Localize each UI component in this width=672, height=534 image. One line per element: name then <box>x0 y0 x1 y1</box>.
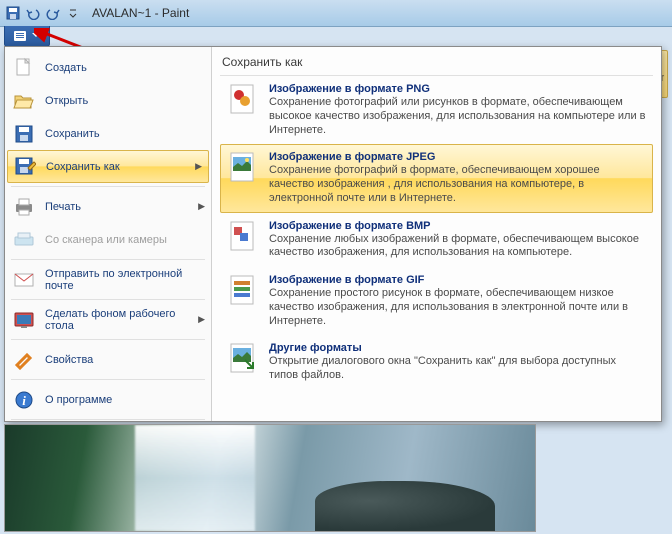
info-icon: i <box>13 389 35 411</box>
format-desc: Сохранение фотографий в формате, обеспеч… <box>269 164 646 205</box>
print-icon <box>13 196 35 218</box>
menu-about[interactable]: i О программе <box>5 383 211 416</box>
save-icon <box>13 123 35 145</box>
format-other[interactable]: Другие форматы Открытие диалогового окна… <box>220 335 653 390</box>
submenu-arrow-icon: ▶ <box>198 314 205 325</box>
waterfall-region <box>135 425 255 531</box>
menu-label: Сделать фоном рабочего стола <box>45 308 203 332</box>
format-title: Изображение в формате BMP <box>269 220 646 232</box>
submenu-arrow-icon: ▶ <box>198 201 205 212</box>
menu-properties[interactable]: Свойства <box>5 343 211 376</box>
menu-save[interactable]: Сохранить <box>5 117 211 150</box>
menu-separator <box>11 419 205 420</box>
quick-access-toolbar <box>4 4 82 22</box>
menu-label: Печать <box>45 201 81 213</box>
menu-separator <box>11 299 205 300</box>
canvas-image[interactable] <box>4 424 536 532</box>
email-icon <box>13 269 35 291</box>
qat-dropdown-icon[interactable] <box>64 4 82 22</box>
wallpaper-icon <box>13 309 35 331</box>
menu-save-as[interactable]: Сохранить как ▶ <box>7 150 209 183</box>
menu-label: О программе <box>45 394 112 406</box>
menu-label: Сохранить как <box>46 161 120 173</box>
menu-print[interactable]: Печать ▶ <box>5 190 211 223</box>
menu-label: Со сканера или камеры <box>45 234 167 246</box>
redo-icon[interactable] <box>44 4 62 22</box>
menu-label: Свойства <box>45 354 93 366</box>
menu-label: Сохранить <box>45 128 100 140</box>
properties-icon <box>13 349 35 371</box>
menu-separator <box>11 259 205 260</box>
save-as-icon <box>14 156 36 178</box>
menu-create[interactable]: Создать <box>5 51 211 84</box>
gif-icon <box>227 274 259 306</box>
bmp-icon <box>227 220 259 252</box>
menu-separator <box>11 339 205 340</box>
menu-label: Отправить по электронной почте <box>45 268 203 292</box>
titlebar: AVALAN~1 - Paint <box>0 0 672 27</box>
format-bmp[interactable]: Изображение в формате BMP Сохранение люб… <box>220 213 653 268</box>
open-icon <box>13 90 35 112</box>
menu-separator <box>11 186 205 187</box>
scanner-icon <box>13 229 35 251</box>
format-jpeg[interactable]: Изображение в формате JPEG Сохранение фо… <box>220 144 653 212</box>
menu-label: Создать <box>45 62 87 74</box>
format-png[interactable]: Изображение в формате PNG Сохранение фот… <box>220 76 653 144</box>
svg-text:i: i <box>22 393 26 408</box>
save-as-submenu: Сохранить как Изображение в формате PNG … <box>212 47 661 421</box>
file-menu-dropdown: Создать Открыть Сохранить Сохранить как … <box>4 46 662 422</box>
format-desc: Сохранение любых изображений в формате, … <box>269 233 646 261</box>
file-menu-left: Создать Открыть Сохранить Сохранить как … <box>5 47 212 421</box>
jpeg-icon <box>227 151 259 183</box>
menu-label: Открыть <box>45 95 88 107</box>
rocks-region <box>315 481 495 531</box>
menu-email[interactable]: Отправить по электронной почте <box>5 263 211 296</box>
submenu-arrow-icon: ▶ <box>195 161 202 172</box>
format-desc: Сохранение простого рисунок в формате, о… <box>269 287 646 328</box>
save-icon[interactable] <box>4 4 22 22</box>
format-title: Другие форматы <box>269 342 646 354</box>
format-title: Изображение в формате GIF <box>269 274 646 286</box>
format-desc: Открытие диалогового окна "Сохранить как… <box>269 355 646 383</box>
menu-wallpaper[interactable]: Сделать фоном рабочего стола ▶ <box>5 303 211 336</box>
png-icon <box>227 83 259 115</box>
menu-separator <box>11 379 205 380</box>
undo-icon[interactable] <box>24 4 42 22</box>
format-gif[interactable]: Изображение в формате GIF Сохранение про… <box>220 267 653 335</box>
format-desc: Сохранение фотографий или рисунков в фор… <box>269 96 646 137</box>
menu-open[interactable]: Открыть <box>5 84 211 117</box>
file-menu-button[interactable] <box>4 26 50 47</box>
format-title: Изображение в формате JPEG <box>269 151 646 163</box>
window-title: AVALAN~1 - Paint <box>92 6 189 20</box>
other-formats-icon <box>227 342 259 374</box>
menu-scanner: Со сканера или камеры <box>5 223 211 256</box>
new-icon <box>13 57 35 79</box>
format-title: Изображение в формате PNG <box>269 83 646 95</box>
submenu-header: Сохранить как <box>220 53 653 76</box>
